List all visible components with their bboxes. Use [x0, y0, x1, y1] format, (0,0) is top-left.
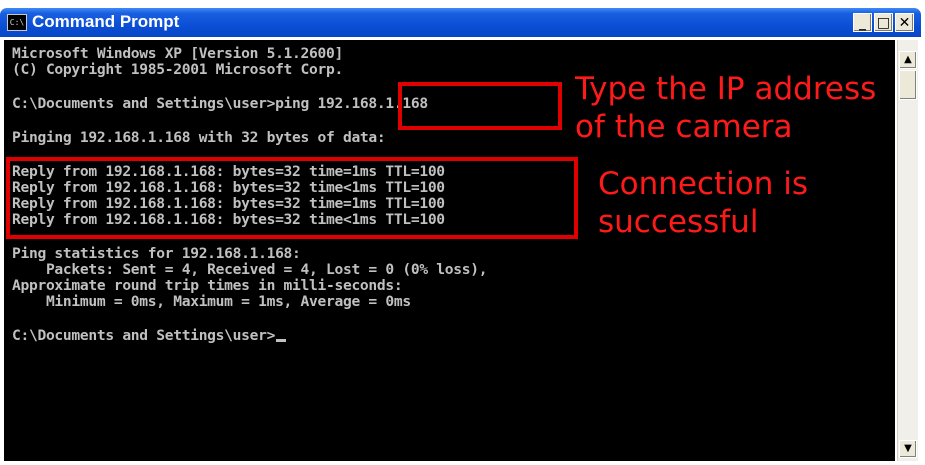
console-line: Approximate round trip times in milli-se… [12, 277, 403, 294]
maximize-button[interactable]: □ [874, 13, 893, 32]
text-cursor [276, 339, 287, 342]
console-line: (C) Copyright 1985-2001 Microsoft Corp. [12, 61, 343, 78]
console-line: Pinging 192.168.1.168 with 32 bytes of d… [12, 129, 386, 146]
scroll-thumb[interactable] [899, 70, 917, 100]
command-prompt-window: C:\ Command Prompt _ □ ✕ Microsoft Windo… [0, 0, 925, 465]
annotation-ip-line2: of the camera [575, 109, 793, 145]
scroll-down-button[interactable]: ▼ [899, 440, 917, 458]
command-prompt-icon[interactable]: C:\ [7, 14, 27, 31]
annotation-ip-line1: Type the IP address [575, 71, 877, 107]
console-line: Ping statistics for 192.168.1.168: [12, 245, 301, 262]
annotation-conn-line1: Connection is [598, 166, 809, 202]
prompt-text: C:\Documents and Settings\user> [12, 327, 276, 344]
console-prompt-line[interactable]: C:\Documents and Settings\user> [12, 327, 287, 344]
scroll-up-button[interactable]: ▲ [899, 51, 917, 69]
close-button[interactable]: ✕ [895, 13, 914, 32]
console-line: Microsoft Windows XP [Version 5.1.2600] [12, 45, 343, 62]
annotation-conn-line2: successful [598, 204, 759, 240]
console-line: Minimum = 0ms, Maximum = 1ms, Average = … [12, 293, 411, 310]
console-line: Packets: Sent = 4, Received = 4, Lost = … [12, 261, 488, 278]
console-line: C:\Documents and Settings\user>ping 192.… [12, 95, 428, 112]
reply-lines-highlight-box [6, 157, 578, 239]
title-bar[interactable]: C:\ Command Prompt _ □ ✕ [0, 8, 921, 37]
ip-address-highlight-box [398, 82, 562, 130]
window-title: Command Prompt [32, 12, 180, 31]
vertical-scrollbar[interactable]: ▲ ▼ [897, 40, 918, 461]
minimize-button[interactable]: _ [853, 13, 872, 32]
